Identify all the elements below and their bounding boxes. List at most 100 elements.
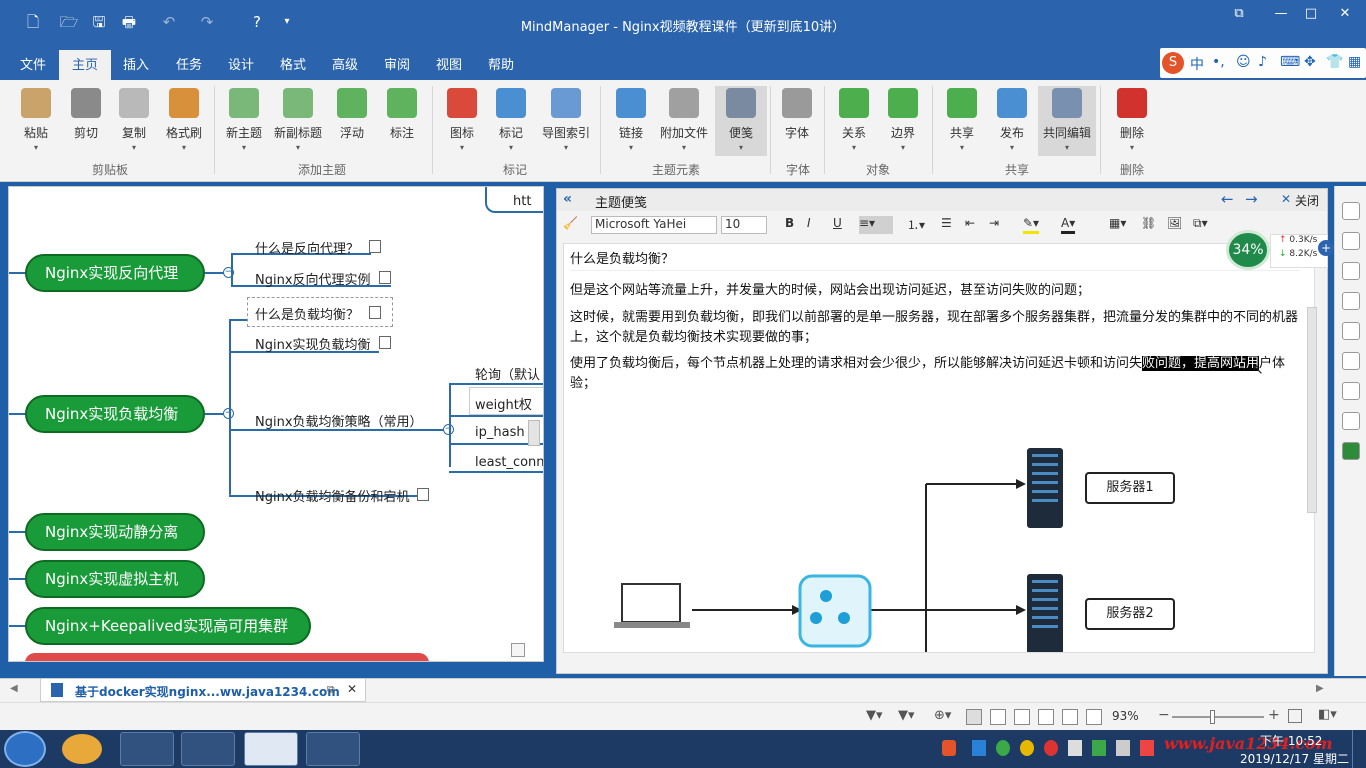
- map-parts-icon[interactable]: [1342, 292, 1360, 310]
- link-view-icon[interactable]: [1062, 709, 1078, 725]
- topic-keepalived[interactable]: Nginx+Keepalived实现高可用集群: [25, 607, 311, 645]
- show-desktop-button[interactable]: [1352, 730, 1366, 768]
- colorful-app-icon[interactable]: [62, 734, 102, 764]
- fit-map-icon[interactable]: [1288, 709, 1302, 723]
- menu-advanced[interactable]: 高级: [332, 54, 358, 73]
- eraser-icon[interactable]: 🧹: [563, 216, 578, 234]
- schedule-view-icon[interactable]: [1014, 709, 1030, 725]
- italic-button[interactable]: I: [807, 216, 811, 234]
- menu-help[interactable]: 帮助: [488, 54, 514, 73]
- ime-tools-icon[interactable]: ✥: [1304, 54, 1316, 70]
- align-left-icon[interactable]: ≡▾: [859, 216, 893, 234]
- hyperlink-icon[interactable]: ⛓: [1141, 216, 1156, 234]
- vertical-scroll-thumb[interactable]: [528, 420, 540, 446]
- notes-button[interactable]: 便笺 ▾: [715, 86, 767, 156]
- highlight-icon[interactable]: ✎▾: [1023, 216, 1040, 234]
- zoom-slider-thumb[interactable]: [1210, 710, 1215, 724]
- ime-punct-icon[interactable]: •,: [1212, 54, 1225, 70]
- subtopic-what-is-reverse-proxy[interactable]: 什么是反向代理？: [255, 238, 359, 257]
- strategy-ip-hash[interactable]: ip_hash: [475, 425, 525, 440]
- menu-view[interactable]: 视图: [436, 54, 462, 73]
- task-info-icon[interactable]: [1342, 202, 1360, 220]
- share-button[interactable]: 共享 ▾: [936, 88, 988, 152]
- insert-object-icon[interactable]: ⧉▾: [1193, 216, 1208, 234]
- publish-button[interactable]: 发布 ▾: [986, 88, 1038, 152]
- taskbar-mindmanager-app[interactable]: [244, 732, 298, 766]
- image-icon[interactable]: 🖼: [1167, 216, 1182, 234]
- indent-icon[interactable]: ⇥: [989, 216, 999, 234]
- properties-icon[interactable]: [1342, 322, 1360, 340]
- tray-plus-icon[interactable]: [996, 740, 1010, 756]
- zoom-slider[interactable]: [1172, 716, 1264, 718]
- mind-map-canvas[interactable]: htt Nginx实现反向代理 − 什么是反向代理？ Nginx反向代理实例 N…: [8, 186, 544, 662]
- layout-menu-icon[interactable]: ◧▾: [1318, 707, 1337, 722]
- note-icon[interactable]: [417, 488, 429, 501]
- map-index-button[interactable]: 导图索引 ▾: [540, 88, 592, 152]
- zoom-out-icon[interactable]: −: [1158, 707, 1170, 723]
- outline-view-icon[interactable]: [990, 709, 1006, 725]
- bell-icon[interactable]: [1342, 262, 1360, 280]
- note-icon[interactable]: [379, 336, 391, 349]
- taskbar-remote-desktop-app[interactable]: [306, 732, 360, 766]
- tab-scroll-right-icon[interactable]: ▶: [1316, 683, 1324, 694]
- start-button-icon[interactable]: [4, 731, 46, 767]
- delete-button[interactable]: 删除 ▾: [1106, 88, 1158, 152]
- tray-shield-icon[interactable]: [1092, 740, 1106, 756]
- tab-close-icon[interactable]: ✕: [347, 682, 357, 696]
- callout-button[interactable]: 标注: [376, 88, 428, 141]
- ime-mic-icon[interactable]: ♪: [1258, 54, 1267, 70]
- note-icon[interactable]: [379, 271, 391, 284]
- menu-home[interactable]: 主页: [59, 50, 112, 80]
- tags-button[interactable]: 标记 ▾: [485, 88, 537, 152]
- attach-file-button[interactable]: 附加文件 ▾: [658, 88, 710, 152]
- strategy-weight[interactable]: weight权: [475, 394, 532, 413]
- copy-button[interactable]: 复制 ▾: [108, 88, 160, 152]
- focus-icon[interactable]: ⊕▾: [934, 708, 951, 723]
- subtopic-what-is-load-balancing[interactable]: 什么是负载均衡？: [255, 304, 359, 323]
- ime-skin-icon[interactable]: 👕: [1326, 54, 1343, 70]
- new-topic-button[interactable]: 新主题 ▾: [218, 88, 270, 152]
- tab-restore-icon[interactable]: ⧉: [327, 683, 335, 697]
- table-icon[interactable]: ▦▾: [1109, 216, 1126, 234]
- filter-icon[interactable]: ▼▾: [866, 708, 883, 723]
- tray-device-icon[interactable]: [1068, 740, 1082, 756]
- co-edit-button[interactable]: 共同编辑 ▾: [1038, 86, 1096, 156]
- subtopic-lb-backup[interactable]: Nginx负载均衡备份和宕机: [255, 486, 410, 505]
- ime-chinese-icon[interactable]: 中: [1190, 54, 1204, 74]
- link-button[interactable]: 链接 ▾: [605, 88, 657, 152]
- bullet-list-icon[interactable]: ☰: [941, 216, 952, 234]
- gantt-view-icon[interactable]: [1038, 709, 1054, 725]
- maximize-button[interactable]: □: [1296, 4, 1326, 24]
- tab-scroll-left-icon[interactable]: ◀: [10, 683, 18, 694]
- globe-icon[interactable]: [1342, 412, 1360, 430]
- close-notes-x-icon[interactable]: ✕: [1281, 192, 1291, 206]
- restore-ribbon-button[interactable]: ⧉: [1224, 4, 1254, 24]
- paste-button[interactable]: 粘贴 ▾: [10, 88, 62, 152]
- ime-emoji-icon[interactable]: ☺: [1236, 54, 1251, 70]
- topic-static-dynamic[interactable]: Nginx实现动静分离: [25, 513, 205, 551]
- tray-red-icon[interactable]: [1044, 740, 1058, 756]
- document-tab[interactable]: 基于docker实现nginx...ww.java1234.com ⧉ ✕: [40, 679, 366, 702]
- zoom-in-icon[interactable]: +: [1268, 707, 1280, 723]
- topic-virtual-host[interactable]: Nginx实现虚拟主机: [25, 560, 205, 598]
- tray-app-icon[interactable]: [1140, 740, 1154, 756]
- strategy-least-conn[interactable]: least_conn: [475, 455, 543, 470]
- topic-load-balancing[interactable]: Nginx实现负载均衡: [25, 395, 205, 433]
- boundary-button[interactable]: 边界 ▾: [877, 88, 929, 152]
- topic-reverse-proxy[interactable]: Nginx实现反向代理: [25, 254, 205, 292]
- expand-plus-icon[interactable]: +: [1318, 240, 1334, 256]
- close-notes-button[interactable]: 关闭: [1295, 192, 1319, 209]
- overview-icon[interactable]: [511, 643, 525, 657]
- format-painter-button[interactable]: 格式刷 ▾: [158, 88, 210, 152]
- library-icon[interactable]: [1342, 232, 1360, 250]
- topic-red-partial[interactable]: [25, 653, 429, 661]
- numbered-list-icon[interactable]: ⒈▾: [907, 216, 925, 234]
- ime-keyboard-icon[interactable]: ⌨: [1280, 54, 1300, 70]
- relationship-button[interactable]: 关系 ▾: [828, 88, 880, 152]
- tray-yellow-icon[interactable]: [1020, 740, 1034, 756]
- collapse-pane-icon[interactable]: «: [563, 191, 572, 207]
- note-icon[interactable]: [369, 240, 381, 253]
- taskbar-chart-app[interactable]: [120, 732, 174, 766]
- subtopic-reverse-proxy-example[interactable]: Nginx反向代理实例: [255, 269, 371, 288]
- font-button[interactable]: 字体: [771, 88, 823, 141]
